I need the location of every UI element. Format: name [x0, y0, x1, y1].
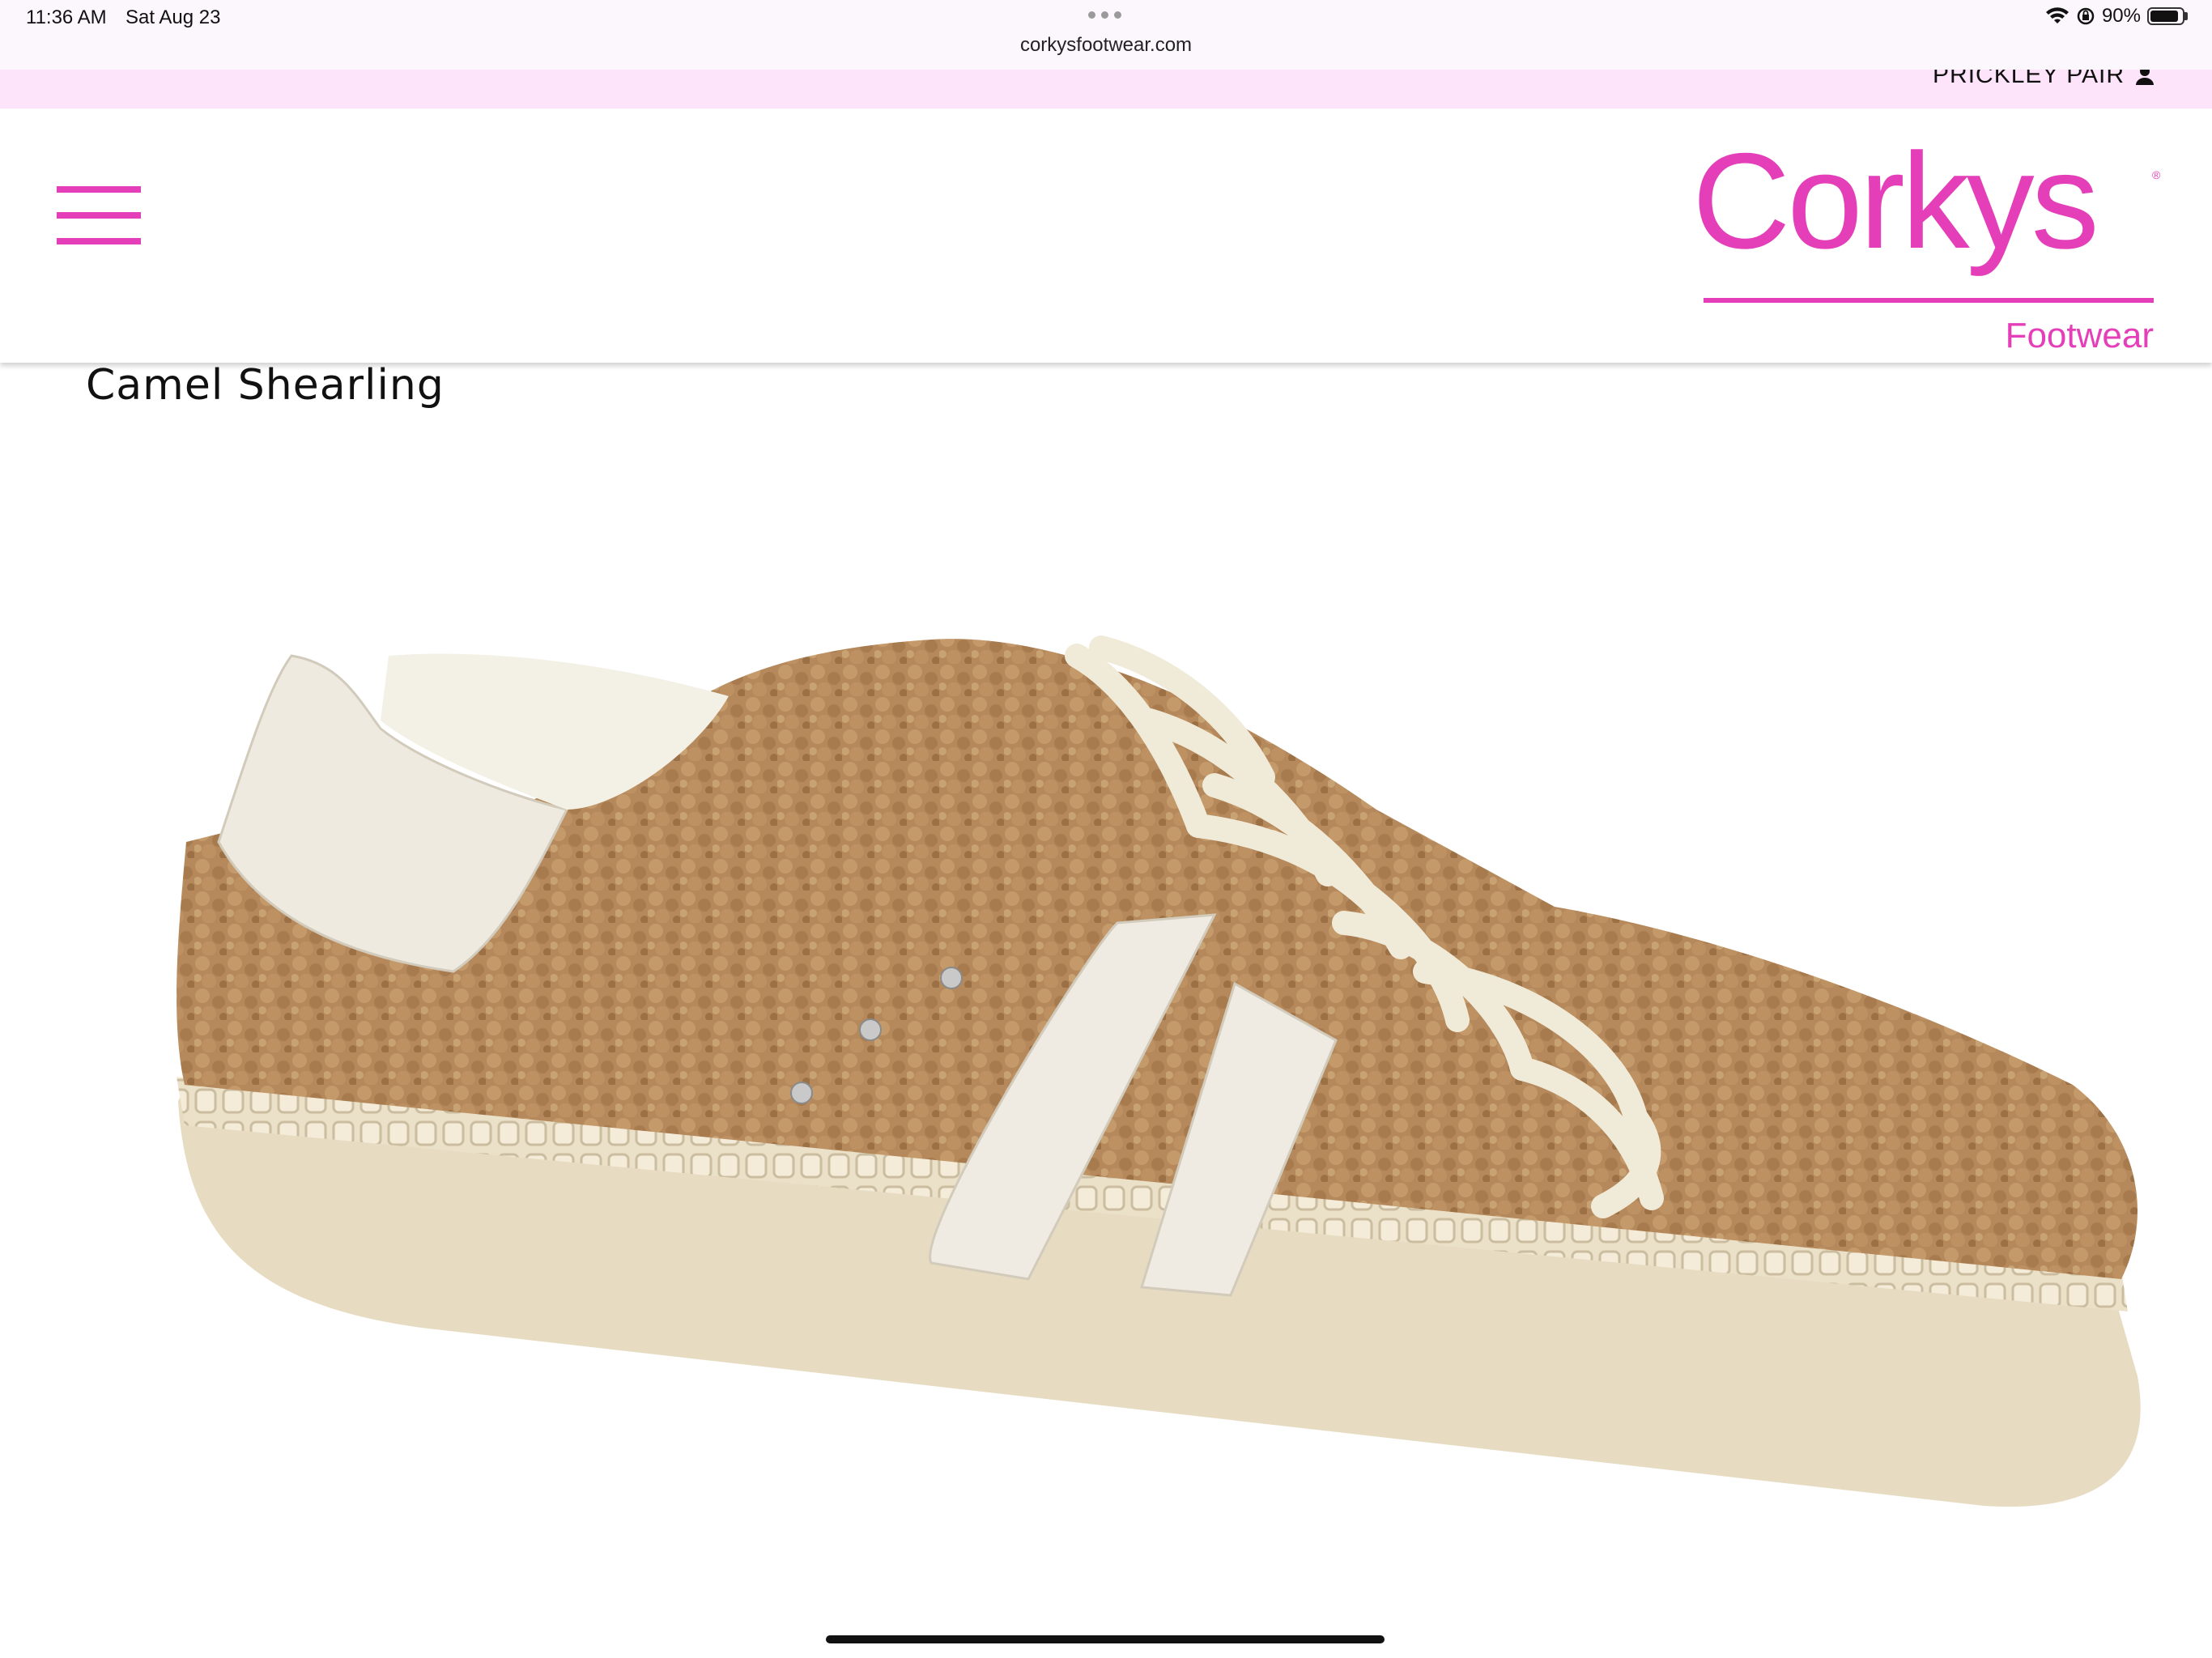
- status-bar: 11:36 AM Sat Aug 23 corkysfootwear.com 9…: [0, 0, 2212, 71]
- shoe-stud: [859, 1018, 882, 1041]
- logo-subtitle: Footwear: [2005, 316, 2154, 355]
- status-time: 11:36 AM: [26, 6, 107, 28]
- logo-underline: [1704, 298, 2154, 303]
- person-icon: [2136, 70, 2154, 85]
- product-title: Camel Shearling: [86, 361, 445, 410]
- battery-icon: [2147, 7, 2188, 25]
- status-date: Sat Aug 23: [125, 6, 221, 28]
- hamburger-menu-icon[interactable]: [57, 186, 141, 244]
- shoe-stud: [790, 1082, 813, 1104]
- corkys-logo[interactable]: Corkys ® Footwear: [1692, 126, 2162, 355]
- shoe-stud: [940, 967, 963, 989]
- multitasking-dots-icon[interactable]: [1088, 11, 1121, 19]
- lock-rotation-icon: [2077, 7, 2095, 25]
- logo-registered-mark: ®: [2152, 168, 2161, 181]
- logo-wordmark: Corkys: [1692, 125, 2099, 277]
- product-image[interactable]: [0, 567, 2212, 1619]
- account-link-label: PRICKLEY PAIR: [1933, 70, 2125, 88]
- status-indicators: 90%: [2045, 5, 2188, 28]
- promo-bar: PRICKLEY PAIR: [0, 70, 2212, 108]
- battery-percent: 90%: [2101, 5, 2141, 27]
- wifi-icon: [2045, 7, 2069, 23]
- home-indicator[interactable]: [826, 1635, 1385, 1643]
- address-bar-url[interactable]: corkysfootwear.com: [0, 34, 2212, 57]
- site-header: Corkys ® Footwear: [0, 108, 2212, 363]
- account-link[interactable]: PRICKLEY PAIR: [1933, 70, 2154, 89]
